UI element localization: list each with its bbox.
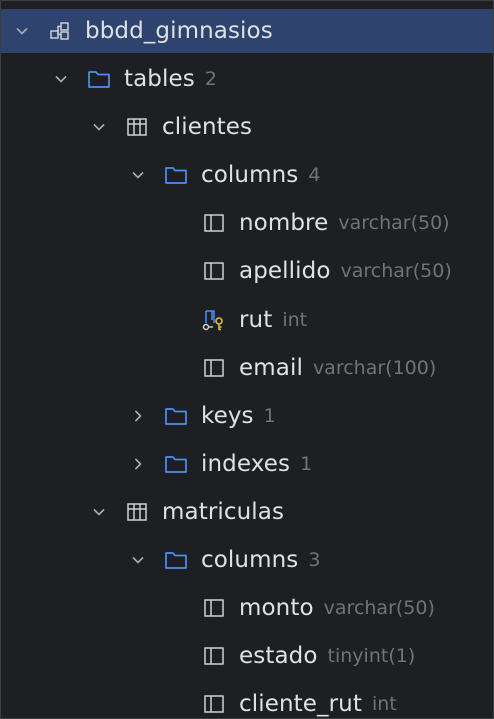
folder-icon	[87, 67, 111, 91]
tree-node-table-matriculas[interactable]: matriculas	[1, 490, 493, 534]
column-name: estado	[239, 643, 318, 669]
folder-icon	[164, 163, 188, 187]
keys-folder-label: keys	[201, 403, 254, 429]
indexes-folder-label: indexes	[201, 451, 291, 477]
tree-node-columns-folder[interactable]: columns 3	[1, 538, 493, 582]
folder-icon	[164, 452, 188, 476]
columns-folder-label: columns	[201, 162, 299, 188]
tree-node-column[interactable]: email varchar(100)	[1, 346, 493, 390]
chevron-down-icon[interactable]	[53, 71, 69, 87]
columns-count: 3	[308, 549, 321, 571]
table-icon	[125, 500, 149, 524]
keys-count: 1	[263, 405, 276, 427]
column-type: varchar(50)	[338, 212, 450, 234]
column-name: email	[239, 355, 303, 381]
column-type: int	[282, 309, 308, 331]
tree-node-column[interactable]: monto varchar(50)	[1, 586, 493, 630]
table-name: clientes	[162, 114, 253, 140]
column-icon	[202, 356, 226, 380]
folder-icon	[164, 404, 188, 428]
chevron-right-icon[interactable]	[130, 456, 146, 472]
tree-node-tables-folder[interactable]: tables 2	[1, 57, 493, 101]
tree-node-column[interactable]: nombre varchar(50)	[1, 201, 493, 245]
column-type: varchar(100)	[312, 357, 437, 379]
tree-node-indexes-folder[interactable]: indexes 1	[1, 442, 493, 486]
column-name: rut	[239, 307, 273, 333]
tree-node-columns-folder[interactable]: columns 4	[1, 153, 493, 197]
columns-folder-label: columns	[201, 547, 299, 573]
column-name: monto	[239, 595, 314, 621]
column-name: nombre	[239, 210, 329, 236]
column-name: cliente_rut	[239, 691, 362, 717]
tree-node-column[interactable]: cliente_rut int	[1, 682, 493, 719]
column-icon	[202, 644, 226, 668]
database-explorer-tree: bbdd_gimnasios tables 2 clientes columns…	[0, 0, 494, 719]
columns-count: 4	[308, 164, 321, 186]
column-type: int	[371, 693, 397, 715]
tree-node-column[interactable]: estado tinyint(1)	[1, 634, 493, 678]
chevron-right-icon[interactable]	[130, 408, 146, 424]
folder-icon	[164, 548, 188, 572]
chevron-down-icon[interactable]	[130, 167, 146, 183]
tree-node-database[interactable]: bbdd_gimnasios	[1, 9, 493, 53]
column-icon	[202, 211, 226, 235]
primary-key-column-icon	[202, 308, 226, 332]
schema-icon	[48, 19, 72, 43]
column-type: tinyint(1)	[327, 645, 416, 667]
column-name: apellido	[239, 258, 331, 284]
tree-node-column-primary-key[interactable]: rut int	[1, 298, 493, 342]
database-name: bbdd_gimnasios	[85, 18, 273, 44]
column-type: varchar(50)	[323, 597, 435, 619]
chevron-down-icon[interactable]	[91, 504, 107, 520]
tables-count: 2	[204, 68, 217, 90]
chevron-down-icon[interactable]	[14, 23, 30, 39]
column-icon	[202, 596, 226, 620]
tree-node-table-clientes[interactable]: clientes	[1, 105, 493, 149]
column-icon	[202, 259, 226, 283]
table-icon	[125, 115, 149, 139]
tree-node-keys-folder[interactable]: keys 1	[1, 394, 493, 438]
table-name: matriculas	[162, 499, 285, 525]
tree-node-column[interactable]: apellido varchar(50)	[1, 249, 493, 293]
column-type: varchar(50)	[340, 260, 452, 282]
column-icon	[202, 692, 226, 716]
chevron-down-icon[interactable]	[130, 552, 146, 568]
indexes-count: 1	[300, 453, 313, 475]
tables-folder-label: tables	[124, 66, 195, 92]
chevron-down-icon[interactable]	[91, 119, 107, 135]
